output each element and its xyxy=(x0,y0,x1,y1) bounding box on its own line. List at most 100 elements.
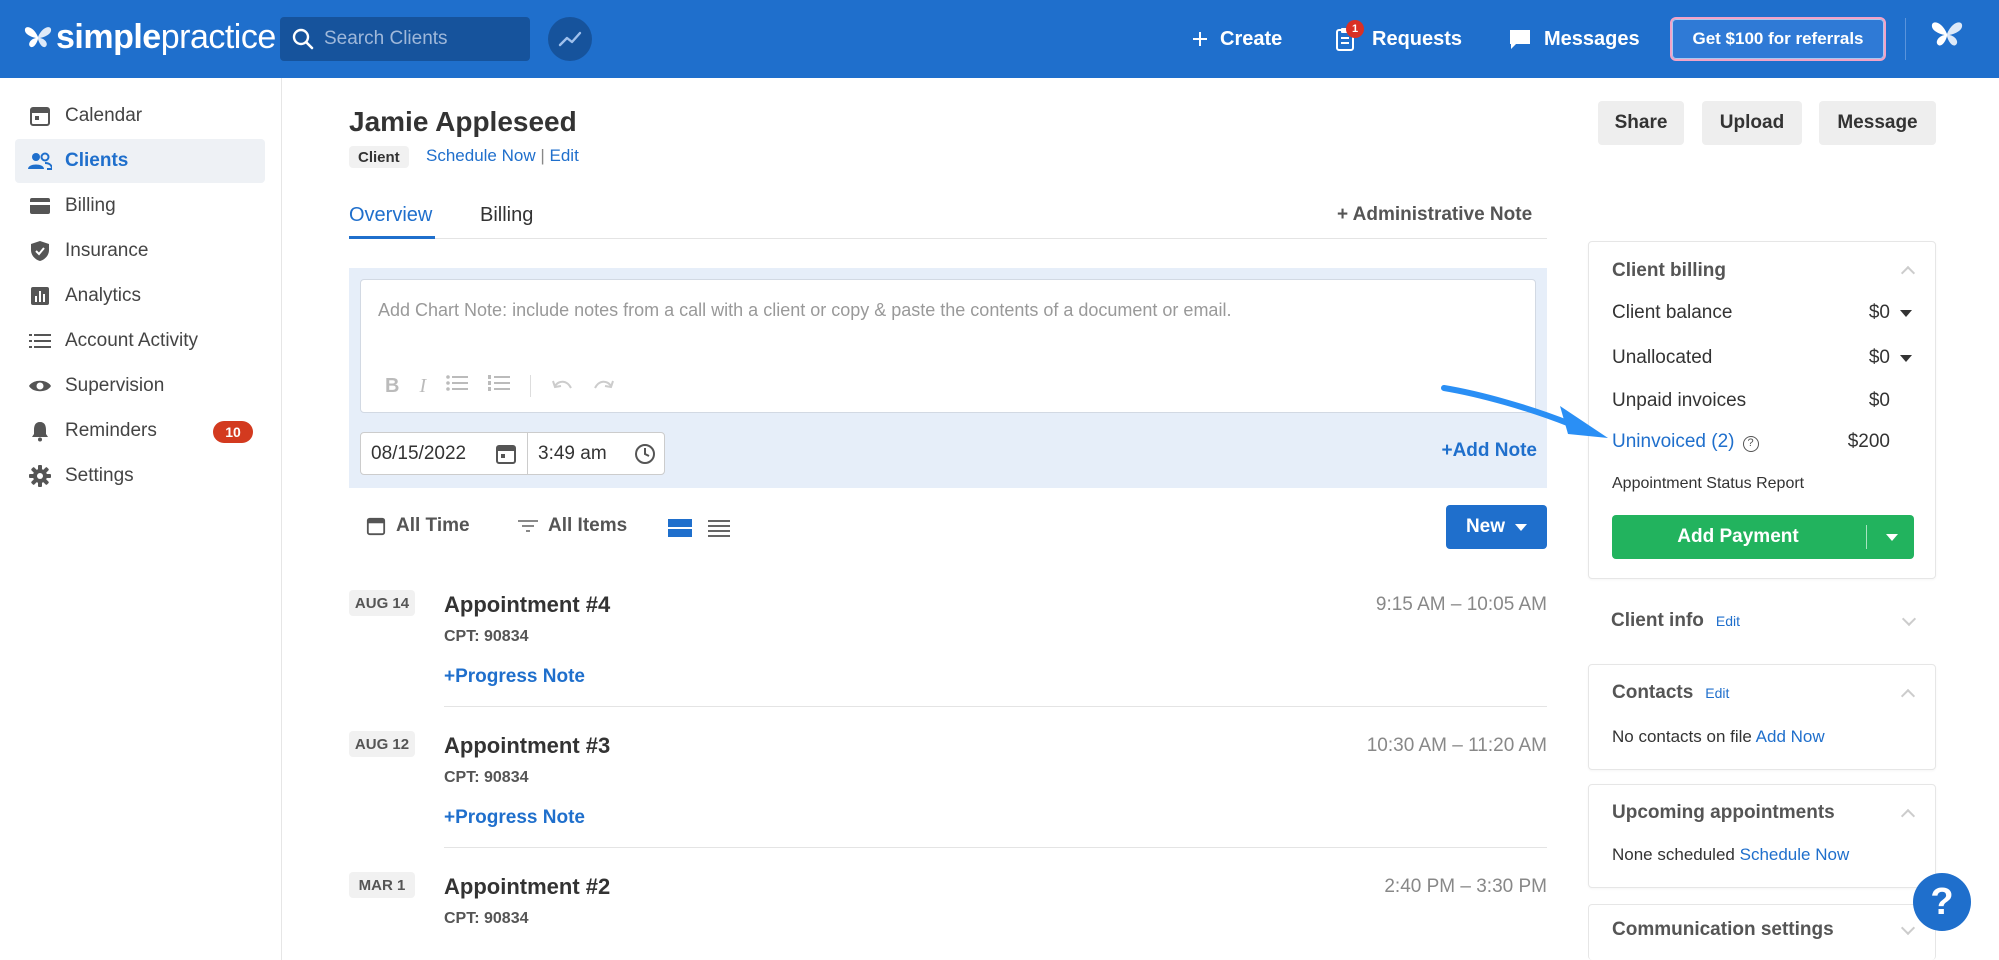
caret-down-icon[interactable] xyxy=(1886,534,1898,541)
card-view-icon[interactable] xyxy=(668,518,692,543)
add-payment-button[interactable]: Add Payment xyxy=(1612,515,1914,559)
numbered-list-icon[interactable] xyxy=(488,374,511,398)
share-button[interactable]: Share xyxy=(1598,101,1684,145)
chevron-down-icon[interactable] xyxy=(1901,611,1917,627)
add-contact-link[interactable]: Add Now xyxy=(1756,727,1825,746)
appointment-time: 2:40 PM – 3:30 PM xyxy=(1384,876,1547,897)
butterfly-logo-icon xyxy=(24,26,52,47)
caret-down-icon[interactable] xyxy=(1900,310,1912,317)
upload-button[interactable]: Upload xyxy=(1702,101,1802,145)
add-progress-note-button[interactable]: +Progress Note xyxy=(444,807,585,829)
logo-text-bold: simple xyxy=(56,18,161,56)
caret-down-icon[interactable] xyxy=(1900,355,1912,362)
sidebar-item-settings[interactable]: Settings xyxy=(15,454,265,498)
chevron-up-icon[interactable] xyxy=(1900,808,1916,824)
client-info-edit-link[interactable]: Edit xyxy=(1716,613,1740,629)
toolbar-divider xyxy=(530,375,532,397)
add-note-button[interactable]: +Add Note xyxy=(1441,440,1537,462)
sidebar-item-insurance[interactable]: Insurance xyxy=(15,229,265,273)
schedule-now-link[interactable]: Schedule Now xyxy=(426,146,536,165)
button-divider xyxy=(1866,525,1867,549)
messages-button[interactable]: Messages xyxy=(1508,0,1640,78)
chat-bubble-icon xyxy=(1510,30,1530,49)
search-box[interactable] xyxy=(280,17,530,61)
clients-icon xyxy=(27,148,53,174)
chevron-up-icon[interactable] xyxy=(1900,265,1916,281)
client-balance-label: Client balance xyxy=(1612,302,1733,323)
appointment-title[interactable]: Appointment #2 xyxy=(444,874,610,900)
chevron-up-icon[interactable] xyxy=(1900,688,1916,704)
sidebar: Calendar Clients Billing Insurance Analy… xyxy=(0,78,282,960)
appointment-time: 9:15 AM – 10:05 AM xyxy=(1375,594,1547,615)
referral-button[interactable]: Get $100 for referrals xyxy=(1670,17,1886,61)
note-time-field[interactable]: 3:49 am xyxy=(527,432,665,475)
unpaid-invoices-row: Unpaid invoices $0 xyxy=(1612,390,1912,412)
appointment-status-report-link[interactable]: Appointment Status Report xyxy=(1612,475,1804,493)
plus-icon: + xyxy=(444,807,456,828)
trend-button[interactable] xyxy=(548,17,592,61)
upcoming-schedule-now-link[interactable]: Schedule Now xyxy=(1740,845,1850,864)
list-view-icon[interactable] xyxy=(708,518,730,543)
sidebar-item-account-activity[interactable]: Account Activity xyxy=(15,319,265,363)
bullet-list-icon[interactable] xyxy=(446,374,469,398)
items-filter-label: All Items xyxy=(548,515,628,536)
note-date-field[interactable]: 08/15/2022 xyxy=(360,432,528,475)
italic-icon[interactable]: I xyxy=(419,375,426,398)
simplepractice-logo[interactable]: simple practice xyxy=(24,18,276,57)
tab-billing[interactable]: Billing xyxy=(480,204,533,227)
appointment-date-badge: AUG 12 xyxy=(349,731,415,757)
sidebar-item-analytics[interactable]: Analytics xyxy=(15,274,265,318)
sidebar-item-label: Account Activity xyxy=(65,330,199,351)
tab-overview[interactable]: Overview xyxy=(349,204,432,227)
create-button[interactable]: Create xyxy=(1192,0,1282,78)
appointment-title[interactable]: Appointment #4 xyxy=(444,592,610,618)
calendar-icon[interactable] xyxy=(495,443,517,471)
credit-card-icon xyxy=(27,193,53,219)
help-button[interactable]: ? xyxy=(1913,873,1971,931)
contacts-title-text: Contacts xyxy=(1612,682,1694,703)
contacts-empty-label: No contacts on file xyxy=(1612,727,1752,746)
clock-icon[interactable] xyxy=(634,443,656,471)
upcoming-empty-label: None scheduled xyxy=(1612,845,1735,864)
sidebar-item-supervision[interactable]: Supervision xyxy=(15,364,265,408)
add-progress-note-button[interactable]: +Progress Note xyxy=(444,666,585,688)
search-input[interactable] xyxy=(324,28,514,50)
edit-client-link[interactable]: Edit xyxy=(550,146,579,165)
appointment-title[interactable]: Appointment #3 xyxy=(444,733,610,759)
bold-icon[interactable]: B xyxy=(385,375,399,398)
list-item: AUG 12 Appointment #3 CPT: 90834 10:30 A… xyxy=(349,731,1547,871)
bell-icon xyxy=(27,418,53,444)
caret-down-icon xyxy=(1515,523,1528,531)
time-filter-button[interactable]: All Time xyxy=(366,515,470,537)
client-status-badge: Client xyxy=(349,146,409,168)
undo-icon[interactable] xyxy=(551,375,573,398)
requests-button[interactable]: 1 Requests xyxy=(1334,0,1462,78)
plus-icon: + xyxy=(1441,440,1453,461)
annotation-arrow xyxy=(1441,385,1608,438)
sidebar-item-billing[interactable]: Billing xyxy=(15,184,265,228)
sidebar-item-reminders[interactable]: Reminders 10 xyxy=(15,409,265,453)
new-button[interactable]: New xyxy=(1446,505,1547,549)
requests-badge: 1 xyxy=(1346,20,1364,38)
active-tab-indicator xyxy=(349,236,435,239)
appointment-date-badge: AUG 14 xyxy=(349,590,415,616)
sidebar-item-clients[interactable]: Clients xyxy=(15,139,265,183)
chart-note-editor[interactable]: Add Chart Note: include notes from a cal… xyxy=(360,279,1536,413)
sidebar-item-calendar[interactable]: Calendar xyxy=(15,94,265,138)
sidebar-item-label: Clients xyxy=(65,150,129,171)
account-menu-button[interactable] xyxy=(1930,20,1964,55)
topbar-divider xyxy=(1905,18,1906,60)
unpaid-invoices-label: Unpaid invoices xyxy=(1612,390,1747,411)
message-button[interactable]: Message xyxy=(1819,101,1936,145)
chevron-down-icon[interactable] xyxy=(1900,920,1916,936)
administrative-note-label: Administrative Note xyxy=(1352,204,1533,225)
communication-settings-title: Communication settings xyxy=(1612,919,1834,940)
items-filter-button[interactable]: All Items xyxy=(518,515,627,537)
contacts-edit-link[interactable]: Edit xyxy=(1705,685,1729,701)
administrative-note-button[interactable]: + Administrative Note xyxy=(1337,204,1532,226)
help-circle-icon[interactable]: ? xyxy=(1742,436,1759,452)
redo-icon[interactable] xyxy=(593,375,615,398)
uninvoiced-link[interactable]: Uninvoiced (2) xyxy=(1612,431,1735,452)
client-billing-title: Client billing xyxy=(1612,260,1726,281)
appointment-time: 10:30 AM – 11:20 AM xyxy=(1366,735,1547,756)
